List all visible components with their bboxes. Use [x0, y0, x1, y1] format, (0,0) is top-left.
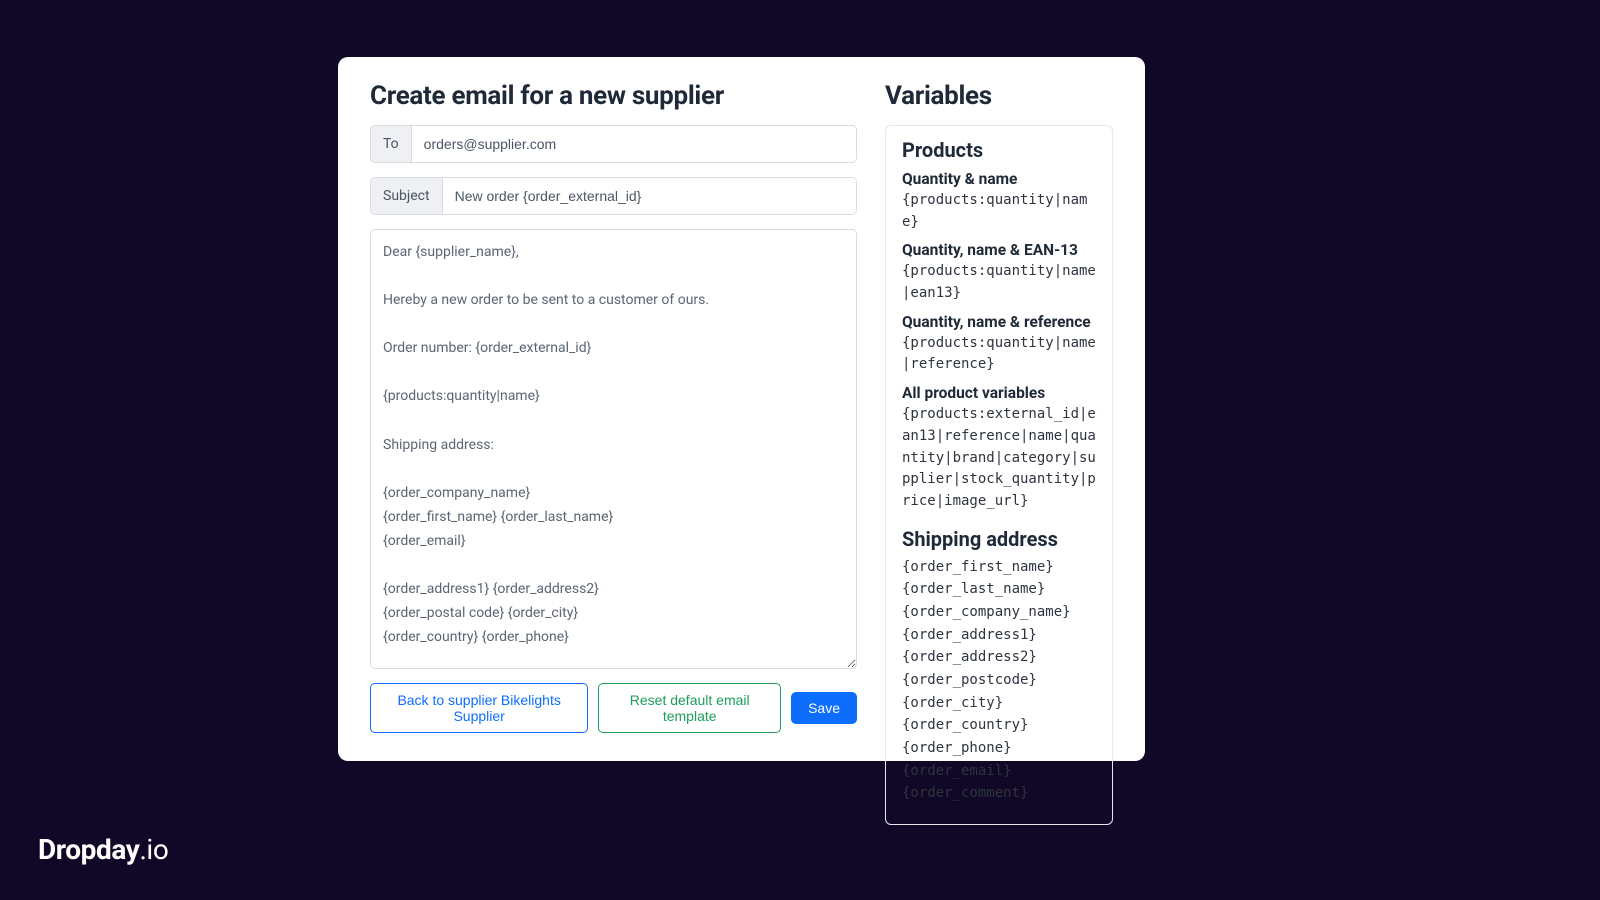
shipping-var: {order_comment}: [902, 783, 1096, 805]
brand-suffix: .io: [139, 833, 168, 866]
var-group-title: Quantity, name & reference: [902, 313, 1096, 331]
shipping-var: {order_address2}: [902, 647, 1096, 669]
subject-field-group: Subject: [370, 177, 857, 215]
shipping-var: {order_phone}: [902, 738, 1096, 760]
brand-name: Dropday: [38, 833, 139, 866]
variables-column: Variables Products Quantity & name {prod…: [885, 81, 1113, 733]
to-field-group: To: [370, 125, 857, 163]
var-group-title: Quantity, name & EAN-13: [902, 241, 1096, 259]
subject-label: Subject: [371, 178, 443, 214]
var-group-code: {products:quantity|name|reference}: [902, 333, 1096, 376]
shipping-var: {order_company_name}: [902, 602, 1096, 624]
shipping-var: {order_email}: [902, 761, 1096, 783]
shipping-heading: Shipping address: [902, 527, 1096, 551]
email-template-card: Create email for a new supplier To Subje…: [338, 57, 1145, 761]
var-group-title: Quantity & name: [902, 170, 1096, 188]
shipping-var: {order_country}: [902, 715, 1096, 737]
variables-panel: Products Quantity & name {products:quant…: [885, 125, 1113, 825]
shipping-var-list: {order_first_name} {order_last_name} {or…: [902, 557, 1096, 806]
to-label: To: [371, 126, 412, 162]
brand-logo: Dropday.io: [38, 833, 168, 866]
shipping-var: {order_postcode}: [902, 670, 1096, 692]
back-button[interactable]: Back to supplier Bikelights Supplier: [370, 683, 588, 733]
save-button[interactable]: Save: [791, 692, 857, 724]
shipping-var: {order_first_name}: [902, 557, 1096, 579]
shipping-var: {order_city}: [902, 693, 1096, 715]
var-group-code: {products:quantity|name}: [902, 190, 1096, 233]
var-group-code: {products:external_id|ean13|reference|na…: [902, 404, 1096, 512]
variables-heading: Variables: [885, 81, 1113, 111]
form-column: Create email for a new supplier To Subje…: [370, 81, 857, 733]
shipping-var: {order_last_name}: [902, 579, 1096, 601]
to-input[interactable]: [412, 126, 856, 162]
products-heading: Products: [902, 138, 1096, 162]
var-group-title: All product variables: [902, 384, 1096, 402]
body-textarea[interactable]: [370, 229, 857, 669]
shipping-var: {order_address1}: [902, 625, 1096, 647]
button-row: Back to supplier Bikelights Supplier Res…: [370, 683, 857, 733]
reset-button[interactable]: Reset default email template: [598, 683, 781, 733]
page-title: Create email for a new supplier: [370, 81, 857, 111]
var-group-code: {products:quantity|name|ean13}: [902, 261, 1096, 304]
subject-input[interactable]: [443, 178, 856, 214]
